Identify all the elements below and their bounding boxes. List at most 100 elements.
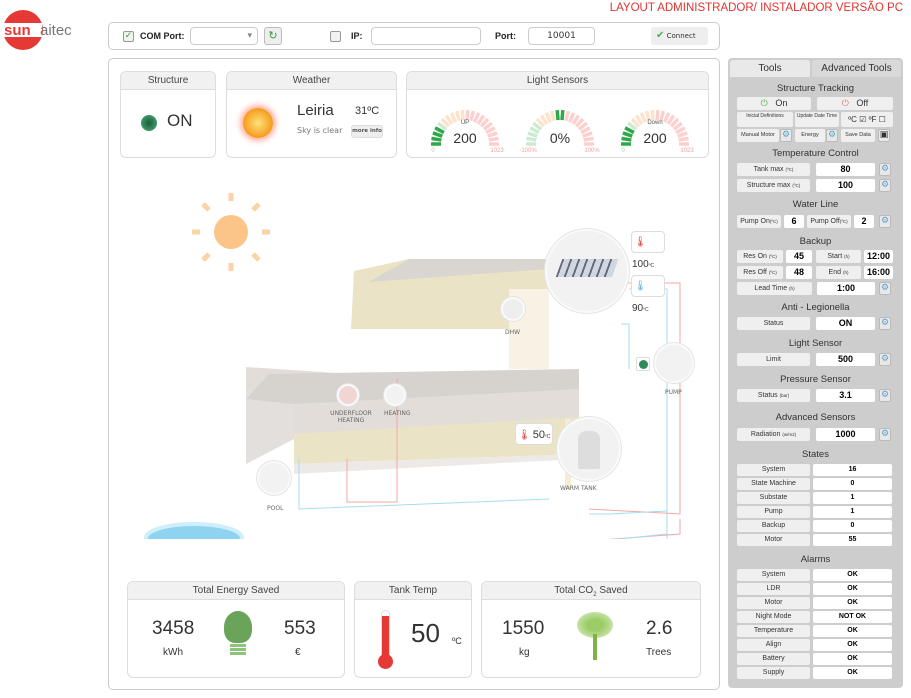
tank-temp-box: 🌡 50ºC — [515, 423, 553, 445]
thermometer-bulb-icon — [378, 654, 393, 669]
energy-button[interactable]: Energy — [795, 129, 825, 142]
pump-device[interactable] — [654, 343, 694, 383]
radiation-value[interactable]: 1000 — [816, 428, 875, 441]
alarms-value: OK — [813, 583, 892, 595]
backup-gear-icon[interactable]: ⚙ — [879, 282, 891, 295]
initial-definitions-label: Inicial Definitions — [746, 113, 784, 119]
states-label: Motor — [737, 534, 810, 546]
gauge-value: 200 — [643, 130, 667, 146]
heating-label: HEATING — [384, 410, 411, 417]
lead-time-value[interactable]: 1:00 — [817, 282, 875, 295]
refresh-button[interactable]: ↻ — [264, 27, 282, 45]
advanced-sensors-title: Advanced Sensors — [775, 412, 856, 423]
manual-motor-gear-icon[interactable]: ⚙ — [780, 129, 792, 142]
cold-pipe — [629, 288, 668, 539]
solar-collector[interactable] — [545, 229, 629, 313]
structure-tracking-title: Structure Tracking — [776, 83, 855, 94]
com-port-select[interactable]: ▾ — [190, 27, 258, 45]
gauge-segment — [650, 109, 655, 121]
states-value: 55 — [813, 534, 892, 546]
tank-max-gear-icon[interactable]: ⚙ — [879, 163, 891, 176]
weather-card: Weather Leiria 31ºC Sky is clear more in… — [226, 71, 397, 158]
fahrenheit-label: ºF — [868, 115, 877, 124]
structure-max-gear-icon[interactable]: ⚙ — [879, 179, 891, 192]
underfloor-heating-icon[interactable] — [337, 384, 359, 406]
energy-kwh: 3458 — [152, 618, 195, 639]
connect-button[interactable]: ✔ Connect — [651, 27, 708, 45]
start-value[interactable]: 12:00 — [864, 250, 893, 263]
gauge-segment — [622, 131, 633, 138]
weather-temp: 31ºC — [355, 105, 380, 117]
alarms-value: NOT OK — [813, 611, 892, 623]
tank-temp-card: Tank Temp 50 ºC — [354, 581, 472, 678]
gauge-segment — [555, 109, 560, 121]
end-value[interactable]: 16:00 — [864, 266, 893, 279]
more-info-button[interactable]: more info — [351, 125, 383, 138]
alarms-label: Supply — [737, 667, 810, 679]
tank-max-value[interactable]: 80 — [816, 163, 875, 176]
gauge-value: 0% — [550, 130, 570, 146]
gauge-segment — [454, 110, 461, 122]
save-icon[interactable]: ▣ — [878, 129, 890, 142]
tab-advanced-tools[interactable]: Advanced Tools — [812, 60, 901, 77]
tab-tools[interactable]: Tools — [730, 60, 810, 77]
ip-input[interactable] — [371, 27, 481, 45]
alarms-label: LDR — [737, 583, 810, 595]
dhw-icon[interactable] — [501, 297, 525, 321]
energy-gear-icon[interactable]: ⚙ — [826, 129, 838, 142]
alarms-value: OK — [813, 597, 892, 609]
light-limit-value[interactable]: 500 — [816, 353, 875, 366]
sun-illustration — [192, 193, 270, 271]
celsius-label: ºC — [848, 115, 857, 124]
heating-icon[interactable] — [384, 384, 406, 406]
water-line-gear-icon[interactable]: ⚙ — [879, 215, 891, 228]
gauge-segment — [527, 131, 538, 138]
legionella-gear-icon[interactable]: ⚙ — [879, 317, 891, 330]
states-label: State Machine — [737, 478, 810, 490]
pump-off-value[interactable]: 2 — [854, 215, 874, 228]
weather-description: Sky is clear — [297, 126, 343, 135]
manual-motor-button[interactable]: Manual Motor — [737, 129, 779, 142]
pressure-gear-icon[interactable]: ⚙ — [879, 389, 891, 402]
tracking-off-label: Off — [856, 98, 869, 108]
light-gear-icon[interactable]: ⚙ — [879, 353, 891, 366]
alarms-row: Night Mode NOT OK — [737, 611, 897, 623]
celsius-checkbox[interactable]: ☑ — [859, 115, 866, 124]
legionella-status-value[interactable]: ON — [816, 317, 875, 330]
tree-trunk-icon — [593, 634, 597, 660]
weather-title: Weather — [227, 72, 396, 90]
res-on-value[interactable]: 45 — [786, 250, 812, 263]
radiation-gear-icon[interactable]: ⚙ — [879, 428, 891, 441]
gauge-label: UP — [461, 120, 469, 126]
save-data-button[interactable]: Save Data — [841, 129, 875, 142]
update-date-time-button[interactable]: Update Date Time — [795, 112, 839, 127]
initial-definitions-button[interactable]: Inicial Definitions — [737, 112, 793, 127]
return-temp: 90 — [632, 303, 644, 314]
sun-icon — [243, 108, 273, 138]
co2-card: Total CO2 Saved 1550 kg 2.6 Trees — [481, 581, 701, 678]
pump-on-value[interactable]: 6 — [784, 215, 804, 228]
ip-checkbox[interactable] — [330, 31, 341, 42]
energy-money-unit: € — [295, 647, 301, 658]
tracking-off-button[interactable]: ⏻ Off — [817, 97, 893, 110]
gauge-segment — [465, 109, 470, 121]
pool-device[interactable] — [257, 461, 291, 495]
warm-tank-device[interactable] — [557, 417, 621, 481]
port-input[interactable]: 10001 — [528, 27, 595, 45]
solar-temp: 100 — [632, 259, 649, 270]
structure-max-value[interactable]: 100 — [816, 179, 875, 192]
states-row: Pump 1 — [737, 506, 897, 518]
fahrenheit-checkbox[interactable]: ☐ — [879, 115, 886, 124]
res-off-value[interactable]: 48 — [786, 266, 812, 279]
states-row: System 16 — [737, 464, 897, 476]
tracking-on-button[interactable]: ⏻ On — [737, 97, 811, 110]
chevron-down-icon: ▾ — [247, 31, 252, 41]
pressure-status-label: Status (bar) — [737, 389, 810, 402]
gauge-max: 1023 — [490, 148, 504, 154]
com-port-checkbox[interactable]: ✓ — [123, 31, 134, 42]
anti-legionella-title: Anti - Legionella — [781, 302, 850, 313]
alarms-value: OK — [813, 667, 892, 679]
structure-status: ON — [167, 111, 193, 130]
pressure-status-value[interactable]: 3.1 — [816, 389, 875, 402]
gauge-segment — [460, 109, 465, 121]
